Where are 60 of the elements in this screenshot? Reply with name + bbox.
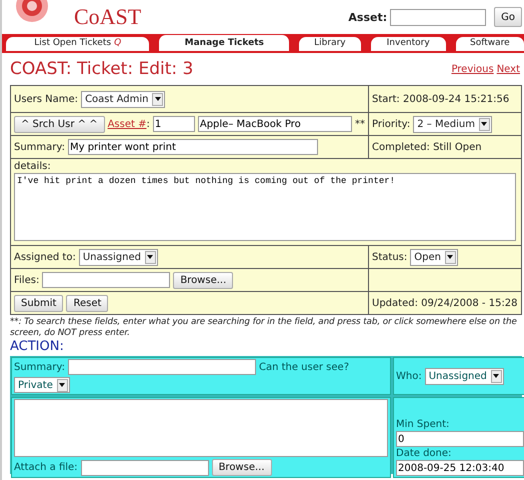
caret-icon xyxy=(490,370,502,382)
asset-field[interactable] xyxy=(390,8,486,26)
nav-tab[interactable]: Inventory xyxy=(370,37,446,51)
notes-field[interactable] xyxy=(14,399,388,457)
field-label: Min Spent: xyxy=(396,419,450,430)
file-field[interactable] xyxy=(42,272,170,288)
caret-icon xyxy=(144,250,156,264)
field-label: : xyxy=(146,118,150,130)
submit-button[interactable]: Submit xyxy=(14,294,64,312)
action-summary-field[interactable] xyxy=(68,359,256,375)
asset-label: Asset: xyxy=(348,10,388,24)
pager-link[interactable]: Previous xyxy=(451,64,494,74)
assigned-dropdown[interactable]: Unassigned xyxy=(78,248,158,266)
logo-text: CoAST xyxy=(74,4,142,30)
required-mark: ** xyxy=(355,118,365,130)
nav-tab[interactable]: List Open Tickets Q xyxy=(6,37,150,51)
field-label: Status: xyxy=(372,252,408,262)
field-label: Date done: xyxy=(396,448,452,459)
asset-number-field[interactable]: 1 xyxy=(152,116,195,132)
start-date: Start: 2008-09-24 15:21:56 xyxy=(372,94,510,104)
status-dropdown[interactable]: Open xyxy=(410,248,458,266)
nav-tab[interactable]: Software xyxy=(456,37,524,51)
field-label: details: xyxy=(14,161,52,172)
nav-tab[interactable]: Library xyxy=(299,37,361,51)
date-done-field[interactable]: 2008-09-25 12:03:40 xyxy=(396,460,524,476)
details-field[interactable]: I've hit print a dozen times but nothing is coming out of the printer! xyxy=(14,173,516,241)
attach-field[interactable] xyxy=(80,460,209,476)
caret-icon xyxy=(152,92,164,106)
nav-tab[interactable]: Manage Tickets xyxy=(159,35,290,51)
search-user-button[interactable]: ^ Srch Usr ^ ^ xyxy=(14,116,105,132)
caret-icon xyxy=(56,378,68,392)
reset-button[interactable]: Reset xyxy=(66,294,108,312)
users-dropdown[interactable]: Coast Admin xyxy=(81,90,166,108)
who-dropdown[interactable]: Unassigned xyxy=(424,368,504,384)
visibility-dropdown[interactable]: Private xyxy=(14,377,70,393)
asset-name-field[interactable]: Apple– MacBook Pro xyxy=(198,116,352,132)
summary-field[interactable]: My printer wont print xyxy=(68,139,318,155)
page-title: COAST: Ticket: Edit: 3 xyxy=(10,59,194,79)
section-heading: ACTION: xyxy=(9,339,65,356)
field-label: Summary: xyxy=(14,142,65,152)
help-note: **: To search these fields, enter what you are searching for in the field, and press tab, or click somewhere else on the screen, do NOT press enter. xyxy=(9,316,518,339)
updated-date: Updated: 09/24/2008 - 15:28 xyxy=(372,298,518,308)
asset-link[interactable]: Asset # xyxy=(108,118,146,130)
field-label: Attach a file: xyxy=(14,462,78,473)
field-label: Users Name: xyxy=(14,94,78,104)
browse-button[interactable]: Browse... xyxy=(173,272,234,288)
go-button[interactable]: Go xyxy=(494,7,522,27)
field-label: Files: xyxy=(14,274,40,286)
pager-link[interactable]: Next xyxy=(496,64,520,74)
caret-icon xyxy=(444,250,456,264)
field-label: Can the user see? xyxy=(258,362,349,372)
field-label: Assigned to: xyxy=(14,252,76,262)
priority-dropdown[interactable]: 2 – Medium xyxy=(413,116,492,132)
browse-button[interactable]: Browse... xyxy=(212,459,272,476)
min-spent-field[interactable]: 0 xyxy=(396,431,524,447)
field-label: Priority: xyxy=(372,118,410,130)
completed-status: Completed: Still Open xyxy=(372,142,482,152)
field-label: Summary: xyxy=(14,362,65,372)
field-label: Who: xyxy=(396,370,422,382)
caret-icon xyxy=(478,118,490,130)
